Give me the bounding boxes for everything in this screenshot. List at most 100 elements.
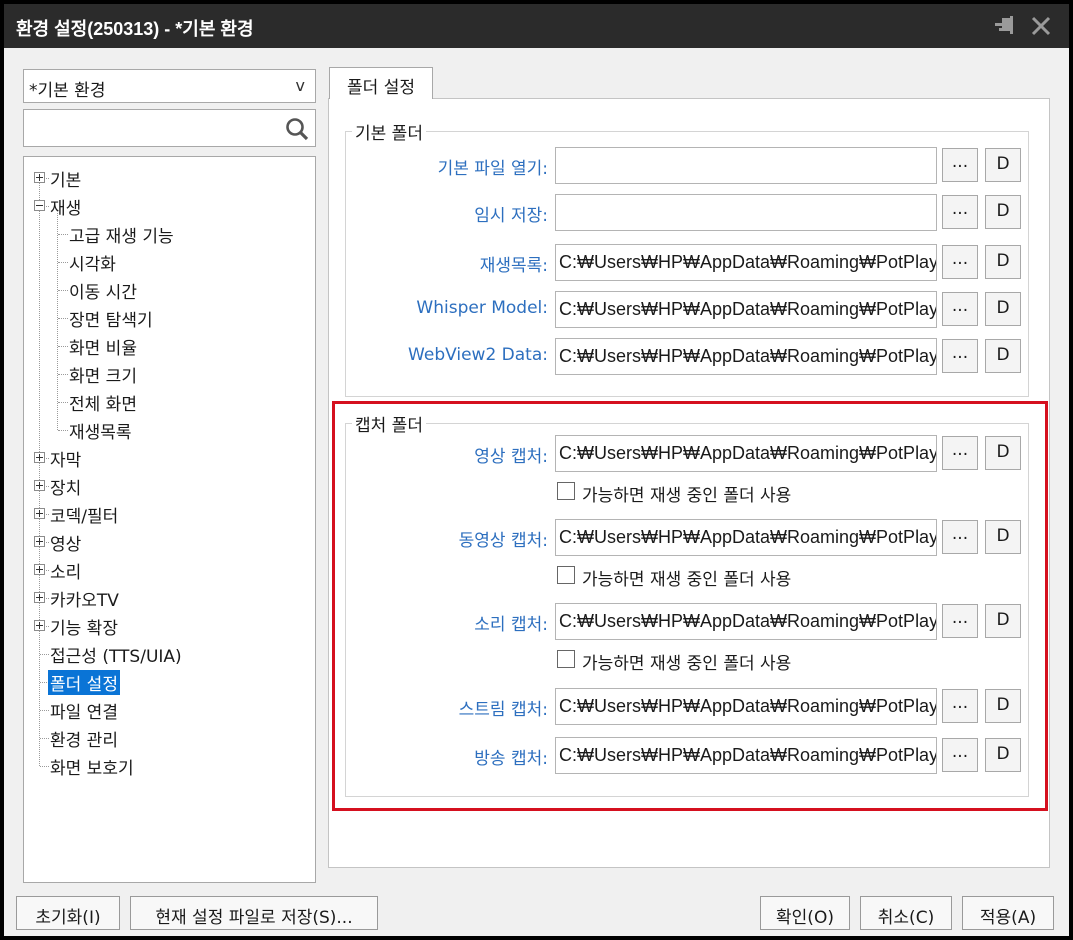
preset-value: *기본 환경 [29,81,106,101]
browse-button[interactable]: ... [942,245,978,279]
default-button[interactable]: D [985,520,1021,554]
folder-row-label: 스트림 캡처: [458,700,548,720]
browse-button[interactable]: ... [942,339,978,373]
footer-bar: 초기화(I) 현재 설정 파일로 저장(S)... 확인(O) 취소(C) 적용… [4,884,1069,936]
default-button[interactable]: D [985,148,1021,182]
default-button[interactable]: D [985,339,1021,373]
search-icon[interactable] [284,116,310,142]
expand-plus-icon[interactable] [34,620,45,631]
folder-path-field[interactable]: C:₩Users₩HP₩AppData₩Roaming₩PotPlayer₩ [555,603,937,640]
tree-item-label: 자막 [50,451,82,471]
expand-plus-icon[interactable] [34,480,45,491]
folder-row-label: 임시 저장: [474,206,548,226]
folder-row-label: 방송 캡처: [474,749,548,769]
reset-button[interactable]: 초기화(I) [16,896,120,930]
browse-button[interactable]: ... [942,292,978,326]
folder-path-field[interactable]: C:₩Users₩HP₩AppData₩Roaming₩PotPlayer₩ [555,519,937,556]
window-title: 환경 설정(250313) - *기본 환경 [16,19,254,39]
browse-button[interactable]: ... [942,520,978,554]
checkbox-box[interactable] [557,650,575,668]
default-button[interactable]: D [985,195,1021,229]
folder-path-field[interactable]: C:₩Users₩HP₩AppData₩Roaming₩PotPlayer₩ [555,688,937,725]
tree-item[interactable]: 접근성 (TTS/UIA) [24,641,314,667]
folder-path-field[interactable]: C:₩Users₩HP₩AppData₩Roaming₩PotPlayer₩ [555,737,937,774]
ok-button[interactable]: 확인(O) [760,896,850,930]
apply-button[interactable]: 적용(A) [962,896,1054,930]
default-button[interactable]: D [985,689,1021,723]
save-settings-file-button[interactable]: 현재 설정 파일로 저장(S)... [130,896,378,930]
tree-item[interactable]: 폴더 설정 [24,669,314,695]
tree-item[interactable]: 파일 연결 [24,697,314,723]
collapse-minus-icon[interactable] [34,200,45,211]
tree-item-label: 재생 [50,199,82,219]
tree-item-label: 장면 탐색기 [69,311,153,331]
folder-path-field[interactable]: C:₩Users₩HP₩AppData₩Roaming₩PotPlayer₩ [555,435,937,472]
tree-item[interactable]: 재생 [24,193,314,219]
browse-button[interactable]: ... [942,604,978,638]
tree-item-label: 코덱/필터 [50,507,119,527]
preset-dropdown[interactable]: *기본 환경 v [23,69,316,103]
folder-path-field[interactable] [555,194,937,231]
tree-item[interactable]: 화면 크기 [24,361,314,387]
browse-button[interactable]: ... [942,689,978,723]
tree-item-label: 폴더 설정 [48,670,120,695]
tree-item[interactable]: 전체 화면 [24,389,314,415]
settings-window: 환경 설정(250313) - *기본 환경 *기본 환경 v 기본재생 고급 재… [4,4,1069,936]
tree-item-label: 시각화 [69,255,116,275]
settings-tree: 기본재생 고급 재생 기능시각화이동 시간장면 탐색기 화면 비율 화면 크기전체 화… [23,156,316,883]
tree-item[interactable]: 영상 [24,529,314,555]
default-button[interactable]: D [985,436,1021,470]
browse-button[interactable]: ... [942,436,978,470]
tree-item[interactable]: 재생목록 [24,417,314,443]
tree-item-label: 이동 시간 [69,283,137,303]
tree-item[interactable]: 소리 [24,557,314,583]
expand-plus-icon[interactable] [34,508,45,519]
pin-icon[interactable] [992,14,1018,38]
tree-item[interactable]: 자막 [24,445,314,471]
tree-item-label: 영상 [50,535,82,555]
expand-plus-icon[interactable] [34,452,45,463]
browse-button[interactable]: ... [942,195,978,229]
tree-item[interactable]: 카카오TV [24,585,314,611]
tree-item[interactable]: 시각화 [24,249,314,275]
tree-item[interactable]: 장치 [24,473,314,499]
folder-path-field[interactable] [555,147,937,184]
default-button[interactable]: D [985,604,1021,638]
expand-plus-icon[interactable] [34,172,45,183]
folder-path-field[interactable]: C:₩Users₩HP₩AppData₩Roaming₩PotPlayer₩ [555,291,937,328]
tree-item-label: 카카오TV [50,591,119,611]
folder-path-field[interactable]: C:₩Users₩HP₩AppData₩Roaming₩PotPlayer₩ [555,338,937,375]
tree-item[interactable]: 고급 재생 기능 [24,221,314,247]
settings-search-input[interactable] [26,112,276,144]
checkbox-box[interactable] [557,482,575,500]
tree-item[interactable]: 이동 시간 [24,277,314,303]
tree-item-label: 전체 화면 [69,395,137,415]
tree-item-label: 기능 확장 [50,619,118,639]
tree-item[interactable]: 코덱/필터 [24,501,314,527]
tree-item[interactable]: 기본 [24,165,314,191]
tree-item[interactable]: 화면 보호기 [24,753,314,779]
tree-item[interactable]: 환경 관리 [24,725,314,751]
default-button[interactable]: D [985,292,1021,326]
title-bar: 환경 설정(250313) - *기본 환경 [4,4,1069,48]
browse-button[interactable]: ... [942,148,978,182]
tree-item[interactable]: 화면 비율 [24,333,314,359]
checkbox-box[interactable] [557,566,575,584]
settings-search-box[interactable] [23,109,316,147]
tree-item[interactable]: 장면 탐색기 [24,305,314,331]
expand-plus-icon[interactable] [34,536,45,547]
folder-row-label: 동영상 캡처: [458,531,548,551]
expand-plus-icon[interactable] [34,564,45,575]
tab-folder-settings[interactable]: 폴더 설정 [329,67,433,99]
cancel-button[interactable]: 취소(C) [860,896,952,930]
browse-button[interactable]: ... [942,738,978,772]
expand-plus-icon[interactable] [34,592,45,603]
default-button[interactable]: D [985,738,1021,772]
folder-row-label: 영상 캡처: [474,447,548,467]
folder-path-field[interactable]: C:₩Users₩HP₩AppData₩Roaming₩PotPlayer₩ [555,244,937,281]
default-button[interactable]: D [985,245,1021,279]
capture-folder-title: 캡처 폴더 [352,411,426,436]
close-icon[interactable] [1028,12,1054,40]
tree-item[interactable]: 기능 확장 [24,613,314,639]
tree-item-label: 환경 관리 [50,731,118,751]
